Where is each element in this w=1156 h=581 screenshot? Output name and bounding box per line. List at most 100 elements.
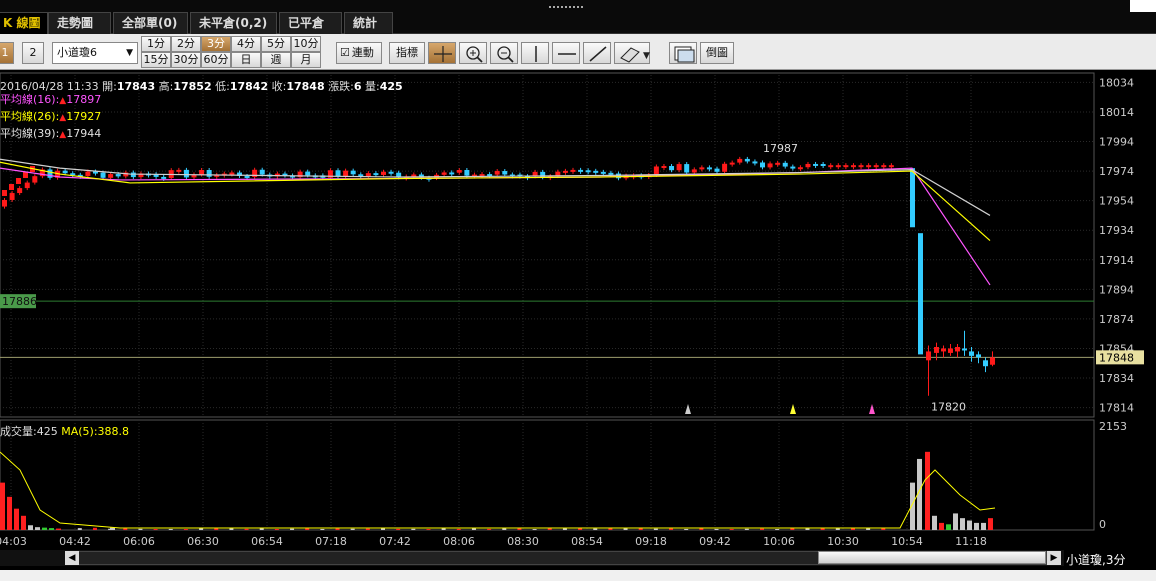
crosshair-icon[interactable] [428,42,456,64]
volume-bar [866,528,871,530]
candle [388,171,394,174]
candle [820,164,826,167]
period-button-2[interactable]: 3分 [201,36,231,52]
volume-bar [168,528,173,530]
candle [676,164,682,171]
y-tick-label: 18034 [1099,76,1134,89]
candle [464,170,470,176]
period-button-0[interactable]: 1分 [141,36,171,52]
volume-bar [28,525,33,530]
trade-marker-icon[interactable] [869,404,875,414]
period-button-9[interactable]: 日 [231,52,261,68]
candle [373,173,379,176]
period-button-8[interactable]: 60分 [201,52,231,68]
candle [62,170,68,174]
volume-bar [320,528,325,530]
candle [130,172,136,178]
volume-bar [988,518,993,530]
ma16-line [0,167,991,286]
scroll-right-arrow-icon[interactable]: ▶ [1047,551,1061,565]
ma-legend-item: 平均線(39):▲17944 [0,125,101,141]
candle [941,348,946,352]
candle [976,354,981,358]
invert-button[interactable]: 倒圖 [700,42,734,64]
trend-line-icon[interactable] [583,42,611,64]
candle [805,163,811,168]
symbol-select[interactable]: 小道瓊6 ▼ [52,42,138,64]
candle [199,170,205,175]
volume-bar [729,528,734,530]
volume-bar [244,528,249,530]
low-label: 低: [215,80,230,93]
x-tick-label: 06:30 [187,535,219,548]
symbol-select-value: 小道瓊6 [57,46,97,59]
candle [767,163,773,168]
scroll-thumb[interactable] [818,551,1046,564]
link-checkbox[interactable]: ☑ 連動 [336,42,382,64]
tab-4[interactable]: 已平倉 [279,12,342,34]
kline-chart[interactable]: 18034 18014 17994 17974 17954 17934 17914 17894… [0,70,1156,550]
symbol-period-label: 小道瓊,3分 [1066,553,1126,567]
page-2-button[interactable]: 2 [22,42,44,64]
x-tick-label: 10:30 [827,535,859,548]
y-tick-label: 17914 [1099,254,1134,267]
eraser-icon[interactable]: ▼ [614,42,650,64]
y-tick-label: 17934 [1099,224,1134,237]
indicator-button[interactable]: 指標 [389,42,425,64]
candle [502,171,508,175]
candle [229,172,235,175]
volume-bar [820,528,825,530]
page-1-button[interactable]: 1 [0,42,14,64]
tab-5[interactable]: 統計 [344,12,393,34]
candle [456,170,462,173]
period-button-5[interactable]: 10分 [291,36,321,52]
candle [24,182,30,189]
volume-bar [0,482,5,530]
chart-toolbar: 1 2 小道瓊6 ▼ 1分 2分 3分 4分 5分 10分 15分 30分 60分日週月 ☑ 連動 指標 ▼ 倒圖 [0,34,1156,70]
period-button-6[interactable]: 15分 [141,52,171,68]
chart-scrollbar[interactable]: ◀ ▶ [0,550,1064,566]
tab-1[interactable]: 走勢圖 [48,12,111,34]
window-layout-icon[interactable] [669,42,697,64]
period-button-1[interactable]: 2分 [171,36,201,52]
vertical-line-icon[interactable] [521,42,549,64]
tab-2[interactable]: 全部單(0) [113,12,188,34]
period-button-11[interactable]: 月 [291,52,321,68]
checkbox-checked-icon[interactable]: ☑ [340,46,350,59]
candle [47,169,53,178]
candle [760,162,765,168]
volume-bar [925,451,930,530]
candle [593,170,599,173]
volume-bar [744,528,749,530]
horizontal-line-icon[interactable] [552,42,580,64]
tab-0[interactable]: K 線圖 [0,12,48,34]
candle [873,165,879,168]
candle [828,165,834,168]
x-tick-label: 04:42 [59,535,91,548]
svg-text:▼: ▼ [643,51,650,61]
period-button-7[interactable]: 30分 [171,52,201,68]
status-bar [0,570,1156,581]
trade-marker-icon[interactable] [685,404,691,414]
period-button-3[interactable]: 4分 [231,36,261,52]
x-tick-label: 06:06 [123,535,155,548]
volume-bar [532,529,537,530]
candle [585,170,591,173]
volume-bar [881,528,886,530]
zoom-in-icon[interactable] [459,42,487,64]
candle [888,165,894,168]
x-tick-label: 07:18 [315,535,347,548]
volume-bar [411,528,416,530]
volume-ma-label: MA(5): [61,425,98,438]
candle [2,190,7,196]
scroll-left-arrow-icon[interactable]: ◀ [65,551,79,565]
price-panel [0,72,1095,418]
candle [206,170,212,177]
tab-3[interactable]: 未平倉(0,2) [190,12,277,34]
volume-bar [456,528,461,530]
period-button-4[interactable]: 5分 [261,36,291,52]
period-button-10[interactable]: 週 [261,52,291,68]
panel-grip[interactable] [549,6,583,10]
trade-marker-icon[interactable] [790,404,796,414]
zoom-out-icon[interactable] [490,42,518,64]
